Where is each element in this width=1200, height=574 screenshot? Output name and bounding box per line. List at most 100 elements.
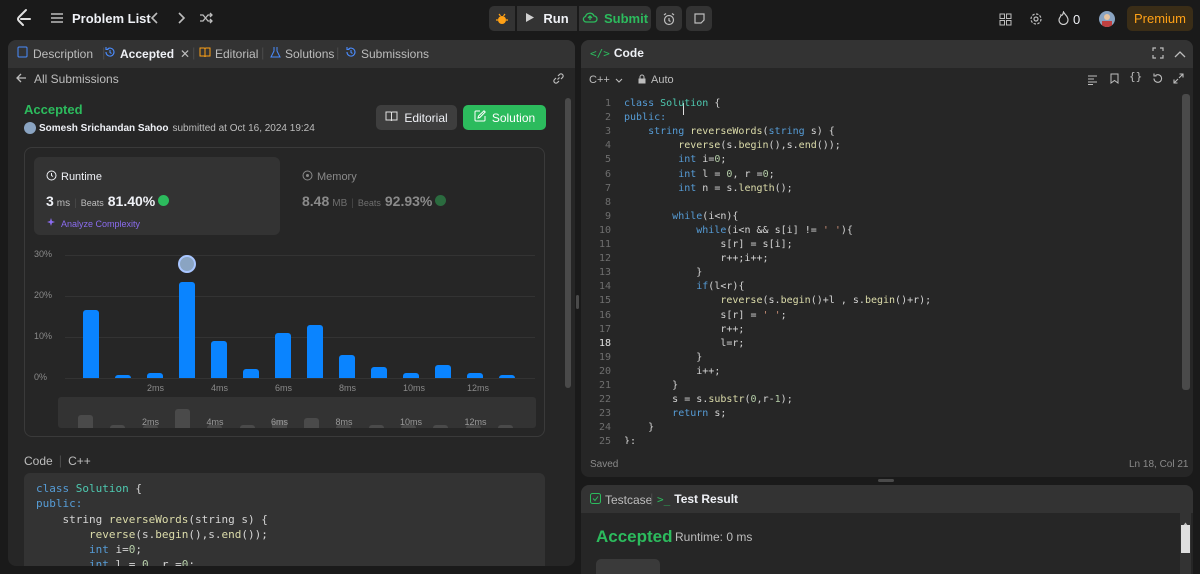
runtime-bar[interactable] [307,324,323,378]
bookmark-icon[interactable] [1110,72,1119,87]
runtime-bar[interactable] [275,332,291,378]
layout-grid-icon[interactable] [996,10,1014,28]
editor-scrollbar[interactable] [1181,94,1191,444]
share-link-icon[interactable] [552,72,565,88]
sparkle-icon [46,216,57,231]
horizontal-resize-handle[interactable] [878,479,894,482]
code-editor[interactable]: 1 class Solution {2 public: 3 string revers… [581,94,1179,444]
editorial-button[interactable]: Editorial [376,105,457,130]
line-number: 25 [598,436,611,444]
runtime-bar[interactable] [499,374,515,378]
runtime-bar[interactable] [243,368,259,378]
runtime-card[interactable]: Runtime 3 ms | Beats 81.40% Analyze Comp… [34,157,280,235]
auto-mode[interactable]: Auto [638,72,674,87]
code-line: int i=0; [678,154,727,166]
next-problem-button[interactable] [172,9,190,27]
language-select[interactable]: C++ [589,72,623,87]
solution-button-label: Solution [491,110,536,125]
runtime-beats-value: 81.40% [107,193,156,209]
leetcode-logo-icon[interactable] [14,8,34,28]
tab-solutions[interactable]: Solutions [270,46,334,61]
line-number: 6 [604,168,611,180]
tab-separator: | [336,45,340,60]
case-button[interactable] [596,559,660,574]
code-line: class Solution { [624,98,721,109]
result-scrollbar[interactable] [1180,513,1191,574]
runtime-bar[interactable] [435,364,451,378]
maximize-icon[interactable] [1152,47,1164,62]
runtime-bar[interactable] [339,355,355,378]
analyze-complexity-link[interactable]: Analyze Complexity [46,216,140,231]
runtime-bar[interactable] [467,373,483,378]
left-scrollbar[interactable] [564,98,572,558]
code-preview-line: reverse(s.begin(),s.end()); [88,528,268,541]
code-line: }; [624,436,637,444]
tab-editorial[interactable]: Editorial [199,46,258,61]
list-icon [50,12,64,24]
settings-gear-icon[interactable] [1027,10,1045,28]
runtime-bar[interactable] [83,310,99,378]
tab-accepted[interactable]: Accepted ✕ [104,46,190,61]
memory-beats-value: 92.93% [384,193,433,209]
tab-test-result[interactable]: >_ Test Result [657,492,738,506]
fullscreen-icon[interactable] [1173,72,1184,87]
close-tab-icon[interactable]: ✕ [180,47,190,61]
code-preview-line: int l = 0, r =0; [88,558,195,566]
format-icon[interactable] [1087,73,1098,88]
code-preview-line: string reverseWords(string s) { [36,513,268,526]
code-line: } [672,380,679,391]
notes-button[interactable] [686,6,712,31]
user-avatar[interactable] [24,122,36,134]
minimap-tick-label: 6ms [271,417,289,427]
alarm-clock-button[interactable] [656,6,682,31]
tab-separator: | [650,491,654,506]
line-number: 17 [598,323,611,335]
your-submission-avatar[interactable] [178,254,196,273]
collapse-icon[interactable] [1174,48,1186,63]
premium-button[interactable]: Premium [1127,6,1193,31]
problem-list-button[interactable]: Problem List [50,8,151,28]
braces-icon[interactable]: {} [1129,70,1142,83]
line-number: 3 [604,126,611,138]
left-scrollbar-thumb[interactable] [565,98,571,388]
solution-button[interactable]: Solution [463,105,546,130]
runtime-bar[interactable] [115,374,131,378]
streak-counter[interactable]: 0 [1058,9,1080,29]
runtime-bar[interactable] [211,341,227,378]
code-language: C++ [68,453,91,468]
x-tick-label: 2ms [147,383,165,393]
runtime-bar[interactable] [147,373,163,378]
reset-icon[interactable] [1152,72,1163,87]
tab-description[interactable]: Description [17,46,93,61]
submitted-time: submitted at Oct 16, 2024 19:24 [172,122,315,134]
editor-scrollbar-thumb[interactable] [1182,94,1190,390]
runtime-bar[interactable] [371,366,387,378]
memory-card[interactable]: Memory 8.48 MB | Beats 92.93% [290,157,536,235]
user-name[interactable]: Somesh Srichandan Sahoo [39,123,168,134]
minimap-tick-label: 12ms [464,417,487,427]
tab-testcase[interactable]: Testcase [590,492,652,507]
code-line: r++;i++; [720,253,769,265]
avatar[interactable] [1099,11,1115,27]
save-status: Saved [590,459,619,470]
code-line: s[r] = s[i]; [720,239,793,250]
cursor-position: Ln 18, Col 21 [1129,459,1189,470]
run-button[interactable]: Run [517,6,577,31]
vertical-resize-handle[interactable] [576,295,579,309]
runtime-bar[interactable] [403,373,419,378]
line-number: 1 [604,98,611,109]
code-line: public: [624,112,667,124]
code-preview-block[interactable]: class Solution { public: string reverseW… [24,473,545,566]
prev-problem-button[interactable] [146,9,164,27]
result-scrollbar-thumb[interactable] [1181,525,1190,553]
runtime-bar[interactable] [179,281,195,378]
editor-title-label: Code [613,46,644,60]
tab-submissions[interactable]: Submissions [345,46,429,61]
back-to-submissions[interactable]: All Submissions [16,71,119,86]
debug-button[interactable] [489,6,515,31]
runtime-distribution-chart[interactable]: 30% 20% 10% 0% 2ms 4ms 6ms 8ms 10ms 12ms [25,243,546,393]
code-line: string reverseWords(string s) { [648,126,835,138]
distribution-minimap[interactable]: 2ms 4ms 6ms 8ms 10ms 12ms [58,397,536,428]
submit-button[interactable]: Submit [579,6,651,31]
shuffle-icon[interactable] [197,9,215,27]
